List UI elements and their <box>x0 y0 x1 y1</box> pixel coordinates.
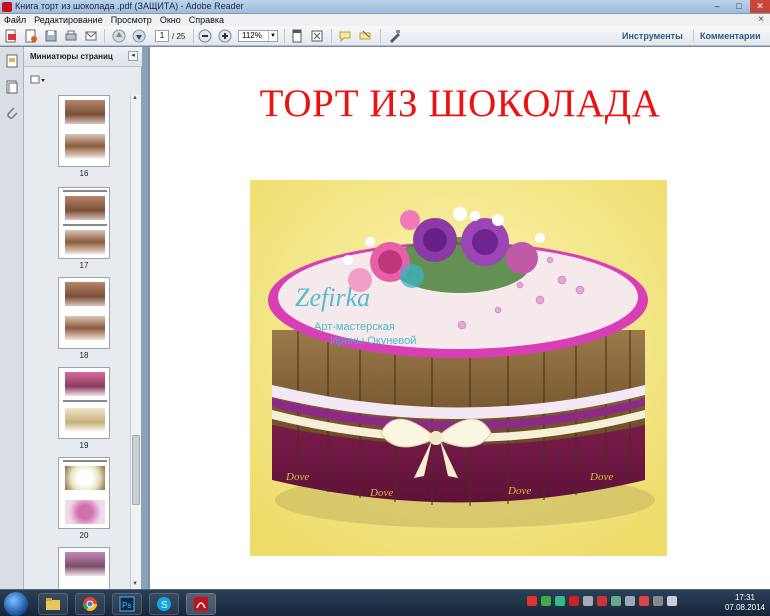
taskbar: Ps S 17:31 07.08.2014 <box>0 589 770 616</box>
chevron-down-icon[interactable]: ▼ <box>268 31 277 41</box>
zoom-select[interactable]: 112% ▼ <box>238 30 278 42</box>
sign-icon[interactable] <box>388 29 402 43</box>
adobe-reader-icon <box>2 2 12 12</box>
full-screen-icon[interactable] <box>310 29 324 43</box>
candy-label: Dove <box>285 471 309 483</box>
zoom-out-icon[interactable] <box>198 29 212 43</box>
page-number-input[interactable]: 1 <box>155 30 169 42</box>
thumbnail-panel: Миниатюры страниц ◂ 16 17 18 19 20 ▲ ▼ <box>24 47 142 589</box>
page-title: ТОРТ ИЗ ШОКОЛАДА <box>259 82 661 125</box>
candy-label: Dove <box>369 487 393 499</box>
panel-header: Миниатюры страниц ◂ <box>24 47 142 67</box>
navigation-pane-strip <box>0 47 24 589</box>
title-bar: Книга торт из шоколада .pdf (ЗАЩИТА) - A… <box>0 0 770 14</box>
collapse-panel-button[interactable]: ◂ <box>128 51 138 61</box>
volume-icon[interactable] <box>667 596 677 606</box>
zoom-in-icon[interactable] <box>218 29 232 43</box>
scroll-up-icon[interactable]: ▲ <box>132 95 138 101</box>
tray-icon[interactable] <box>555 596 565 606</box>
email-icon[interactable] <box>84 29 98 43</box>
scroll-thumb[interactable] <box>132 435 140 505</box>
menu-bar: Файл Редактирование Просмотр Окно Справк… <box>0 14 770 26</box>
photoshop-taskbar-icon[interactable]: Ps <box>112 593 142 615</box>
tray-icon[interactable] <box>611 596 621 606</box>
tray-icon[interactable] <box>639 596 649 606</box>
svg-text:S: S <box>161 600 168 611</box>
watermark-brand: Zefirka <box>295 283 370 312</box>
toolbar: 1 / 25 112% ▼ Инструменты Комментарии <box>0 26 770 46</box>
scroll-down-icon[interactable]: ▼ <box>132 581 138 587</box>
tray-icon[interactable] <box>583 596 593 606</box>
attachments-icon[interactable] <box>4 105 20 121</box>
menu-view[interactable]: Просмотр <box>107 14 156 26</box>
explorer-taskbar-icon[interactable] <box>38 593 68 615</box>
zoom-value: 112% <box>242 31 262 40</box>
clock-date: 07.08.2014 <box>724 603 766 612</box>
close-button[interactable]: ✕ <box>750 0 770 13</box>
page-thumbnails-icon[interactable] <box>4 53 20 69</box>
pdf-page: ТОРТ ИЗ ШОКОЛАДА Dove Dove Dove Dove Zef… <box>150 47 770 589</box>
document-area: ТОРТ ИЗ ШОКОЛАДА Dove Dove Dove Dove Zef… <box>148 47 770 589</box>
skype-taskbar-icon[interactable]: S <box>149 593 179 615</box>
page-count: / 25 <box>172 32 186 41</box>
tray-icon[interactable] <box>653 596 663 606</box>
create-pdf-icon[interactable] <box>4 29 18 43</box>
bookmarks-icon[interactable] <box>4 79 20 95</box>
menu-edit[interactable]: Редактирование <box>30 14 107 26</box>
watermark-line1: Арт-мастерская <box>314 321 395 333</box>
candy-label: Dove <box>589 471 613 483</box>
candy-label: Dove <box>507 485 531 497</box>
svg-text:Ps: Ps <box>122 601 131 610</box>
maximize-button[interactable]: □ <box>728 0 750 13</box>
save-icon[interactable] <box>44 29 58 43</box>
watermark-logo-icon <box>400 264 424 288</box>
next-page-icon[interactable] <box>132 29 146 43</box>
tray-icon[interactable] <box>625 596 635 606</box>
menu-help[interactable]: Справка <box>185 14 228 26</box>
clock[interactable]: 17:31 07.08.2014 <box>722 593 768 613</box>
thumbnail-scrollbar[interactable]: ▲ ▼ <box>130 95 141 589</box>
menu-file[interactable]: Файл <box>0 14 30 26</box>
print-icon[interactable] <box>64 29 78 43</box>
fit-page-icon[interactable] <box>290 29 304 43</box>
thumbnail-page-20[interactable]: 20 <box>58 457 110 540</box>
thumbnail-page-18[interactable]: 18 <box>58 277 110 360</box>
panel-title: Миниатюры страниц <box>30 52 113 61</box>
window-title: Книга торт из шоколада .pdf (ЗАЩИТА) - A… <box>15 1 244 11</box>
chrome-taskbar-icon[interactable] <box>75 593 105 615</box>
previous-page-icon[interactable] <box>112 29 126 43</box>
watermark-line2: Ирины Окуневой <box>330 335 416 347</box>
minimize-button[interactable]: – <box>706 0 728 13</box>
tray-icon[interactable] <box>527 596 537 606</box>
comment-icon[interactable] <box>338 29 352 43</box>
close-document-button[interactable]: × <box>758 14 764 25</box>
tray-icon[interactable] <box>569 596 579 606</box>
tray-icon[interactable] <box>541 596 551 606</box>
open-icon[interactable] <box>24 29 38 43</box>
thumbnail-page-16[interactable]: 16 <box>58 95 110 178</box>
thumbnail-page-17[interactable]: 17 <box>58 187 110 270</box>
thumbnail-label: 20 <box>79 531 89 540</box>
tools-button[interactable]: Инструменты <box>622 31 683 41</box>
tray-icon[interactable] <box>597 596 607 606</box>
thumbnail-label: 16 <box>79 169 89 178</box>
thumbnail-label: 18 <box>79 351 89 360</box>
start-button[interactable] <box>4 592 28 616</box>
adobe-reader-taskbar-icon[interactable] <box>186 593 216 615</box>
thumbnail-page-19[interactable]: 19 <box>58 367 110 450</box>
cake-photo: Dove Dove Dove Dove Zefirka Арт-мастерск… <box>250 180 667 556</box>
clock-time: 17:31 <box>734 593 756 602</box>
thumbnail-label: 19 <box>79 441 89 450</box>
comments-button[interactable]: Комментарии <box>700 31 761 41</box>
options-menu-icon[interactable] <box>30 75 46 85</box>
menu-window[interactable]: Окно <box>156 14 185 26</box>
thumbnail-list: 16 17 18 19 20 <box>24 95 130 589</box>
thumbnail-label: 17 <box>79 261 89 270</box>
highlight-icon[interactable] <box>358 29 372 43</box>
thumbnail-page-21[interactable] <box>58 547 110 589</box>
system-tray <box>527 596 677 612</box>
